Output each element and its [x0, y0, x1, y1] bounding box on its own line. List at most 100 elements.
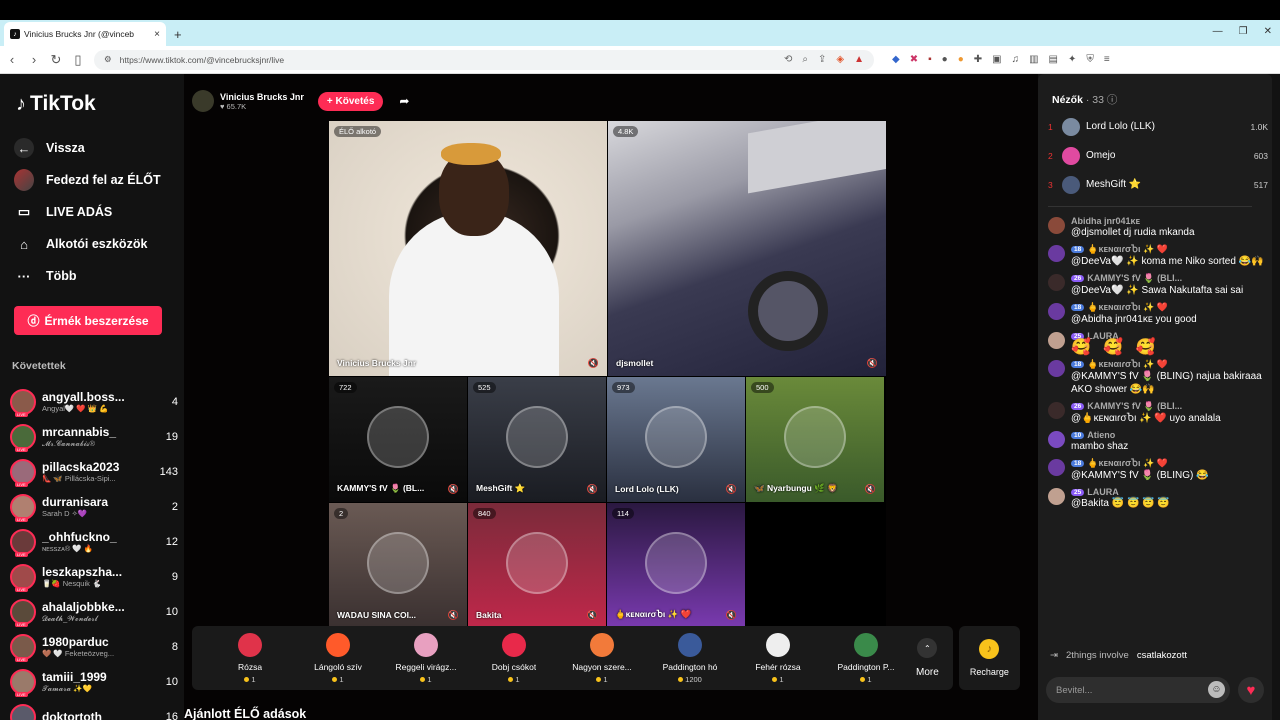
vpn-icon[interactable]: ⛨	[1086, 54, 1094, 65]
video-tile-guest[interactable]: 114 🖕ĸᴇɴαιɾσႦι ✨ ❤️ 🔇	[607, 503, 745, 628]
buy-coins-button[interactable]: ⓓ Érmék beszerzése	[14, 306, 162, 335]
reload-icon[interactable]: ↻	[50, 52, 62, 68]
browser-tab[interactable]: ♪ Vinicius Brucks Jnr (@vinceb ×	[4, 22, 166, 46]
site-info-icon[interactable]: ⚙	[104, 54, 112, 65]
video-tile-djsmollet[interactable]: 4.8K djsmollet 🔇	[608, 121, 886, 376]
extension-5-icon[interactable]: ●	[958, 54, 964, 65]
info-icon[interactable]: ⓘ	[1107, 94, 1118, 106]
following-row[interactable]: LIVE leszkapszha... 🥛🍓 Nesquik 🐇 9	[10, 559, 178, 594]
chat-message[interactable]: Abidha jnr041ᴋᴇ @djsmollet dj rudia mkand…	[1048, 216, 1266, 239]
video-tile-guest[interactable]: 973 Lord Lolo (LLK) 🔇	[607, 377, 745, 502]
puzzle-icon[interactable]: ✚	[974, 54, 982, 65]
gift-item[interactable]: Fehér rózsa 1	[734, 632, 822, 684]
video-tile-host[interactable]: ÉLŐ alkotó Vinicius Brucks Jnr 🔇	[329, 121, 607, 376]
chat-message[interactable]: 18 🖕ĸᴇɴαιɾσႦι ✨ ❤️ @DeeVa🤍 ✨ koma me Niko …	[1048, 244, 1266, 268]
chat-message[interactable]: 26 KAMMY'S fV 🌷 (BLI... @🖕ĸᴇɴαιɾσႦι ✨ ❤️ u…	[1048, 401, 1266, 425]
tiktok-logo[interactable]: ♪ TikTok	[16, 92, 96, 116]
avatar[interactable]: LIVE	[10, 633, 36, 662]
message-user[interactable]: 25 LAURA	[1071, 487, 1266, 497]
new-tab-button[interactable]: +	[174, 27, 182, 42]
avatar[interactable]: LIVE	[10, 458, 36, 487]
sidebar-item-more[interactable]: ··· Több	[14, 260, 174, 292]
sidebar-item-back[interactable]: ← Vissza	[14, 132, 174, 164]
following-row[interactable]: LIVE _ohhfuckno_ ɴᴇssᴢᴀ® 🤍 🔥 12	[10, 524, 178, 559]
mute-icon[interactable]: 🔇	[448, 484, 459, 495]
chat-message[interactable]: 10 Atieno mambo shaz	[1048, 430, 1266, 453]
menu-icon[interactable]: ≡	[1104, 54, 1110, 65]
video-tile-guest[interactable]: 500 🦋 Nyarbungu 🌿 🦁 🔇	[746, 377, 884, 502]
chat-message[interactable]: 18 🖕ĸᴇɴαιɾσႦι ✨ ❤️ @Abidha jnr041ᴋᴇ you go…	[1048, 302, 1266, 326]
mute-icon[interactable]: 🔇	[726, 610, 737, 621]
sidebar-toggle-icon[interactable]: ▥	[1029, 54, 1038, 65]
video-tile-guest[interactable]: 840 Bakita 🔇	[468, 503, 606, 628]
chat-message[interactable]: 18 🖕ĸᴇɴαιɾσႦι ✨ ❤️ @KAMMY'S fV 🌷 (BLING) 😂	[1048, 458, 1266, 482]
message-user[interactable]: 18 🖕ĸᴇɴαιɾσႦι ✨ ❤️	[1071, 458, 1266, 469]
avatar[interactable]: LIVE	[10, 598, 36, 627]
avatar[interactable]: LIVE	[10, 563, 36, 592]
share-icon[interactable]: ➦	[399, 94, 409, 108]
mute-icon[interactable]: 🔇	[448, 610, 459, 621]
gift-item[interactable]: Dobj csókot 1	[470, 632, 558, 684]
following-row[interactable]: LIVE durranisara Sarah D ✧💜 2	[10, 489, 178, 524]
following-row[interactable]: LIVE doktortoth 16	[10, 699, 178, 720]
avatar[interactable]: LIVE	[10, 493, 36, 522]
host-name[interactable]: Vinicius Brucks Jnr	[220, 92, 304, 102]
zoom-icon[interactable]: ⌕	[802, 54, 808, 65]
message-user[interactable]: 18 🖕ĸᴇɴαιɾσႦι ✨ ❤️	[1071, 244, 1266, 255]
sidebar-item-creator-tools[interactable]: ⌂ Alkotói eszközök	[14, 228, 174, 260]
viewer-row[interactable]: 3 MeshGift ⭐ 517	[1048, 170, 1268, 199]
mute-icon[interactable]: 🔇	[726, 484, 737, 495]
host-avatar[interactable]	[192, 90, 214, 112]
recharge-button[interactable]: ♪ Recharge	[958, 626, 1020, 690]
sidebar-item-live[interactable]: ▭ LIVE ADÁS	[14, 196, 174, 228]
gift-item[interactable]: Rózsa 1	[206, 632, 294, 684]
extension-3-icon[interactable]: ▪	[928, 54, 932, 65]
avatar[interactable]: LIVE	[10, 528, 36, 557]
brave-shield-icon[interactable]: ◈	[836, 54, 844, 65]
message-user[interactable]: 18 🖕ĸᴇɴαιɾσႦι ✨ ❤️	[1071, 359, 1266, 370]
gift-item[interactable]: Lángoló szív 1	[294, 632, 382, 684]
following-row[interactable]: LIVE tamiii_1999 𝓣𝓪𝓶𝓪𝓻𝓪 ✨💛 10	[10, 664, 178, 699]
wallet-icon[interactable]: ▤	[1049, 54, 1058, 65]
mute-icon[interactable]: 🔇	[587, 484, 598, 495]
leo-icon[interactable]: ✦	[1068, 54, 1076, 65]
url-field[interactable]: ⚙ https://www.tiktok.com/@vincebrucksjnr…	[94, 49, 874, 70]
forward-icon[interactable]: ›	[28, 52, 40, 67]
follow-button[interactable]: + Követés	[317, 91, 384, 111]
following-row[interactable]: LIVE pillacska2023 👠 🦋 Pillácska-Sipi... 14…	[10, 454, 178, 489]
gift-item[interactable]: Paddington hó 1200	[646, 632, 734, 684]
restore-icon[interactable]: ❐	[1239, 26, 1248, 37]
sidebar-item-explore-live[interactable]: Fedezd fel az ÉLŐT	[14, 164, 174, 196]
viewer-row[interactable]: 2 Omejo 603	[1048, 141, 1268, 170]
message-user[interactable]: 26 KAMMY'S fV 🌷 (BLI...	[1071, 273, 1266, 284]
mute-icon[interactable]: 🔇	[865, 484, 876, 495]
following-row[interactable]: LIVE mrcannabis_ 𝓜𝓻.𝓒𝓪𝓷𝓷𝓪𝓫𝓲𝓼® 19	[10, 419, 178, 454]
avatar[interactable]: LIVE	[10, 388, 36, 417]
back-icon[interactable]: ‹	[6, 52, 18, 67]
message-user[interactable]: Abidha jnr041ᴋᴇ	[1071, 216, 1266, 226]
chat-message[interactable]: 25 LAURA @Bakita 😇 😇 😇 😇	[1048, 487, 1266, 510]
extension-2-icon[interactable]: ✖	[910, 54, 918, 65]
following-row[interactable]: LIVE angyall.boss... Angyal🤍 ❤️ 👑 💪 4	[10, 384, 178, 419]
following-row[interactable]: LIVE 1980parduc 🤎 🤍 Feketeözveg... 8	[10, 629, 178, 664]
extension-1-icon[interactable]: ◆	[892, 54, 900, 65]
bookmark-icon[interactable]: ▯	[72, 52, 84, 68]
music-icon[interactable]: ♫	[1012, 54, 1020, 65]
like-heart-icon[interactable]: ♥	[1238, 677, 1264, 703]
mute-icon[interactable]: 🔇	[587, 610, 598, 621]
rewards-icon[interactable]: ▲	[854, 54, 864, 65]
avatar[interactable]: LIVE	[10, 668, 36, 697]
video-tile-guest[interactable]: 525 MeshGift ⭐ 🔇	[468, 377, 606, 502]
message-user[interactable]: 26 KAMMY'S fV 🌷 (BLI...	[1071, 401, 1266, 412]
viewer-row[interactable]: 1 Lord Lolo (LLK) 1.0K	[1048, 112, 1268, 141]
message-user[interactable]: 10 Atieno	[1071, 430, 1266, 440]
avatar[interactable]: LIVE	[10, 703, 36, 720]
close-window-icon[interactable]: ✕	[1264, 26, 1272, 37]
share-page-icon[interactable]: ⇪	[818, 54, 826, 65]
translate-icon[interactable]: ⟲	[784, 54, 792, 65]
tab-close-icon[interactable]: ×	[154, 29, 160, 40]
extension-6-icon[interactable]: ▣	[992, 54, 1001, 65]
mute-icon[interactable]: 🔇	[867, 358, 878, 369]
emoji-icon[interactable]: ☺	[1208, 681, 1225, 698]
minimize-icon[interactable]: —	[1213, 26, 1223, 37]
